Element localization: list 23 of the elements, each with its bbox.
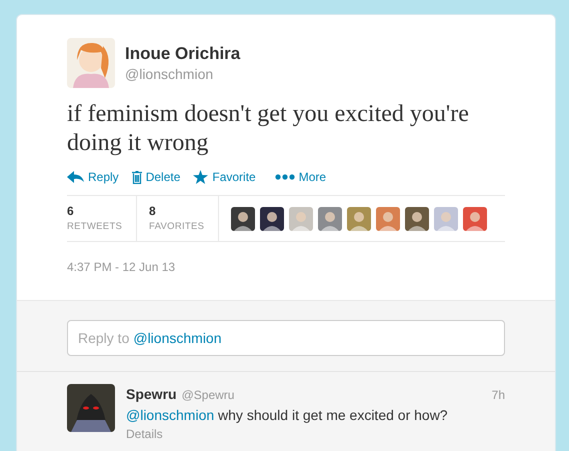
user-handle[interactable]: @Spewru [182, 386, 234, 404]
reply-time[interactable]: 7h [492, 386, 505, 404]
star-icon [193, 170, 208, 184]
reply-icon [67, 171, 84, 183]
timestamp[interactable]: 4:37 PM - 12 Jun 13 [67, 258, 505, 276]
more-icon [274, 174, 295, 180]
user-name[interactable]: Spewru [126, 384, 177, 405]
favorite-link[interactable]: Favorite [193, 168, 258, 186]
reply-link[interactable]: Reply [67, 168, 121, 186]
mention-link[interactable]: @lionschmion [126, 407, 214, 423]
stat-label[interactable]: RETWEETS [67, 220, 136, 235]
details-link[interactable]: Details [126, 425, 505, 443]
user-handle[interactable]: @lionschmion [125, 65, 240, 83]
user-name[interactable]: Inoue Orichira [125, 43, 240, 65]
trash-icon [132, 170, 142, 184]
stat-count[interactable]: 8 [149, 202, 218, 220]
reply-text: @lionschmion why should it get me excited or how? [126, 406, 449, 425]
reply-field[interactable]: Reply to @lionschmion [67, 320, 505, 356]
more-link[interactable]: More [274, 168, 328, 186]
delete-link[interactable]: Delete [132, 168, 182, 186]
tweet-text: if feminism doesn't get you excited you're doing it wrong [67, 100, 470, 158]
stat-count[interactable]: 6 [67, 202, 136, 220]
stat-label[interactable]: FAVORITES [149, 220, 218, 235]
